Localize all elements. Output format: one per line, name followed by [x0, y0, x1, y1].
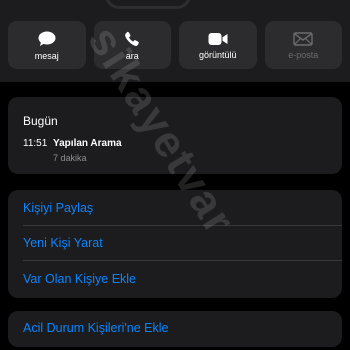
call-time: 11:51 — [23, 138, 48, 149]
history-date-heading: Bugün — [23, 114, 58, 128]
header-partial-text — [105, 0, 191, 9]
mail-icon — [293, 32, 313, 46]
call-button[interactable]: ara — [93, 21, 171, 69]
video-camera-icon — [208, 33, 228, 45]
add-emergency-contact-button[interactable]: Acil Durum Kişileri'ne Ekle — [23, 321, 168, 335]
email-label: e-posta — [288, 50, 319, 60]
contact-detail-screen: mesaj ara görüntülü e-posta Bugün 11:51 … — [0, 0, 350, 350]
create-new-contact-button[interactable]: Yeni Kişi Yarat — [23, 236, 103, 250]
call-history-card: Bugün 11:51 Yapılan Arama 7 dakika — [8, 97, 342, 174]
phone-icon — [125, 31, 140, 46]
divider — [23, 225, 342, 226]
add-to-existing-contact-button[interactable]: Var Olan Kişiye Ekle — [23, 272, 136, 286]
share-contact-button[interactable]: Kişiyi Paylaş — [23, 201, 93, 215]
call-label: ara — [125, 51, 139, 61]
call-type: Yapılan Arama — [53, 138, 122, 149]
contact-actions-card: Kişiyi Paylaş Yeni Kişi Yarat Var Olan K… — [8, 190, 342, 298]
email-button[interactable]: e-posta — [264, 21, 342, 69]
call-duration: 7 dakika — [53, 153, 87, 163]
message-icon — [38, 31, 56, 46]
video-call-button[interactable]: görüntülü — [179, 21, 257, 69]
message-button[interactable]: mesaj — [8, 21, 86, 69]
video-call-label: görüntülü — [198, 50, 237, 60]
divider — [23, 260, 342, 261]
emergency-contact-card: Acil Durum Kişileri'ne Ekle — [8, 311, 342, 347]
message-label: mesaj — [34, 51, 59, 61]
quick-action-row: mesaj ara görüntülü e-posta — [8, 21, 342, 69]
